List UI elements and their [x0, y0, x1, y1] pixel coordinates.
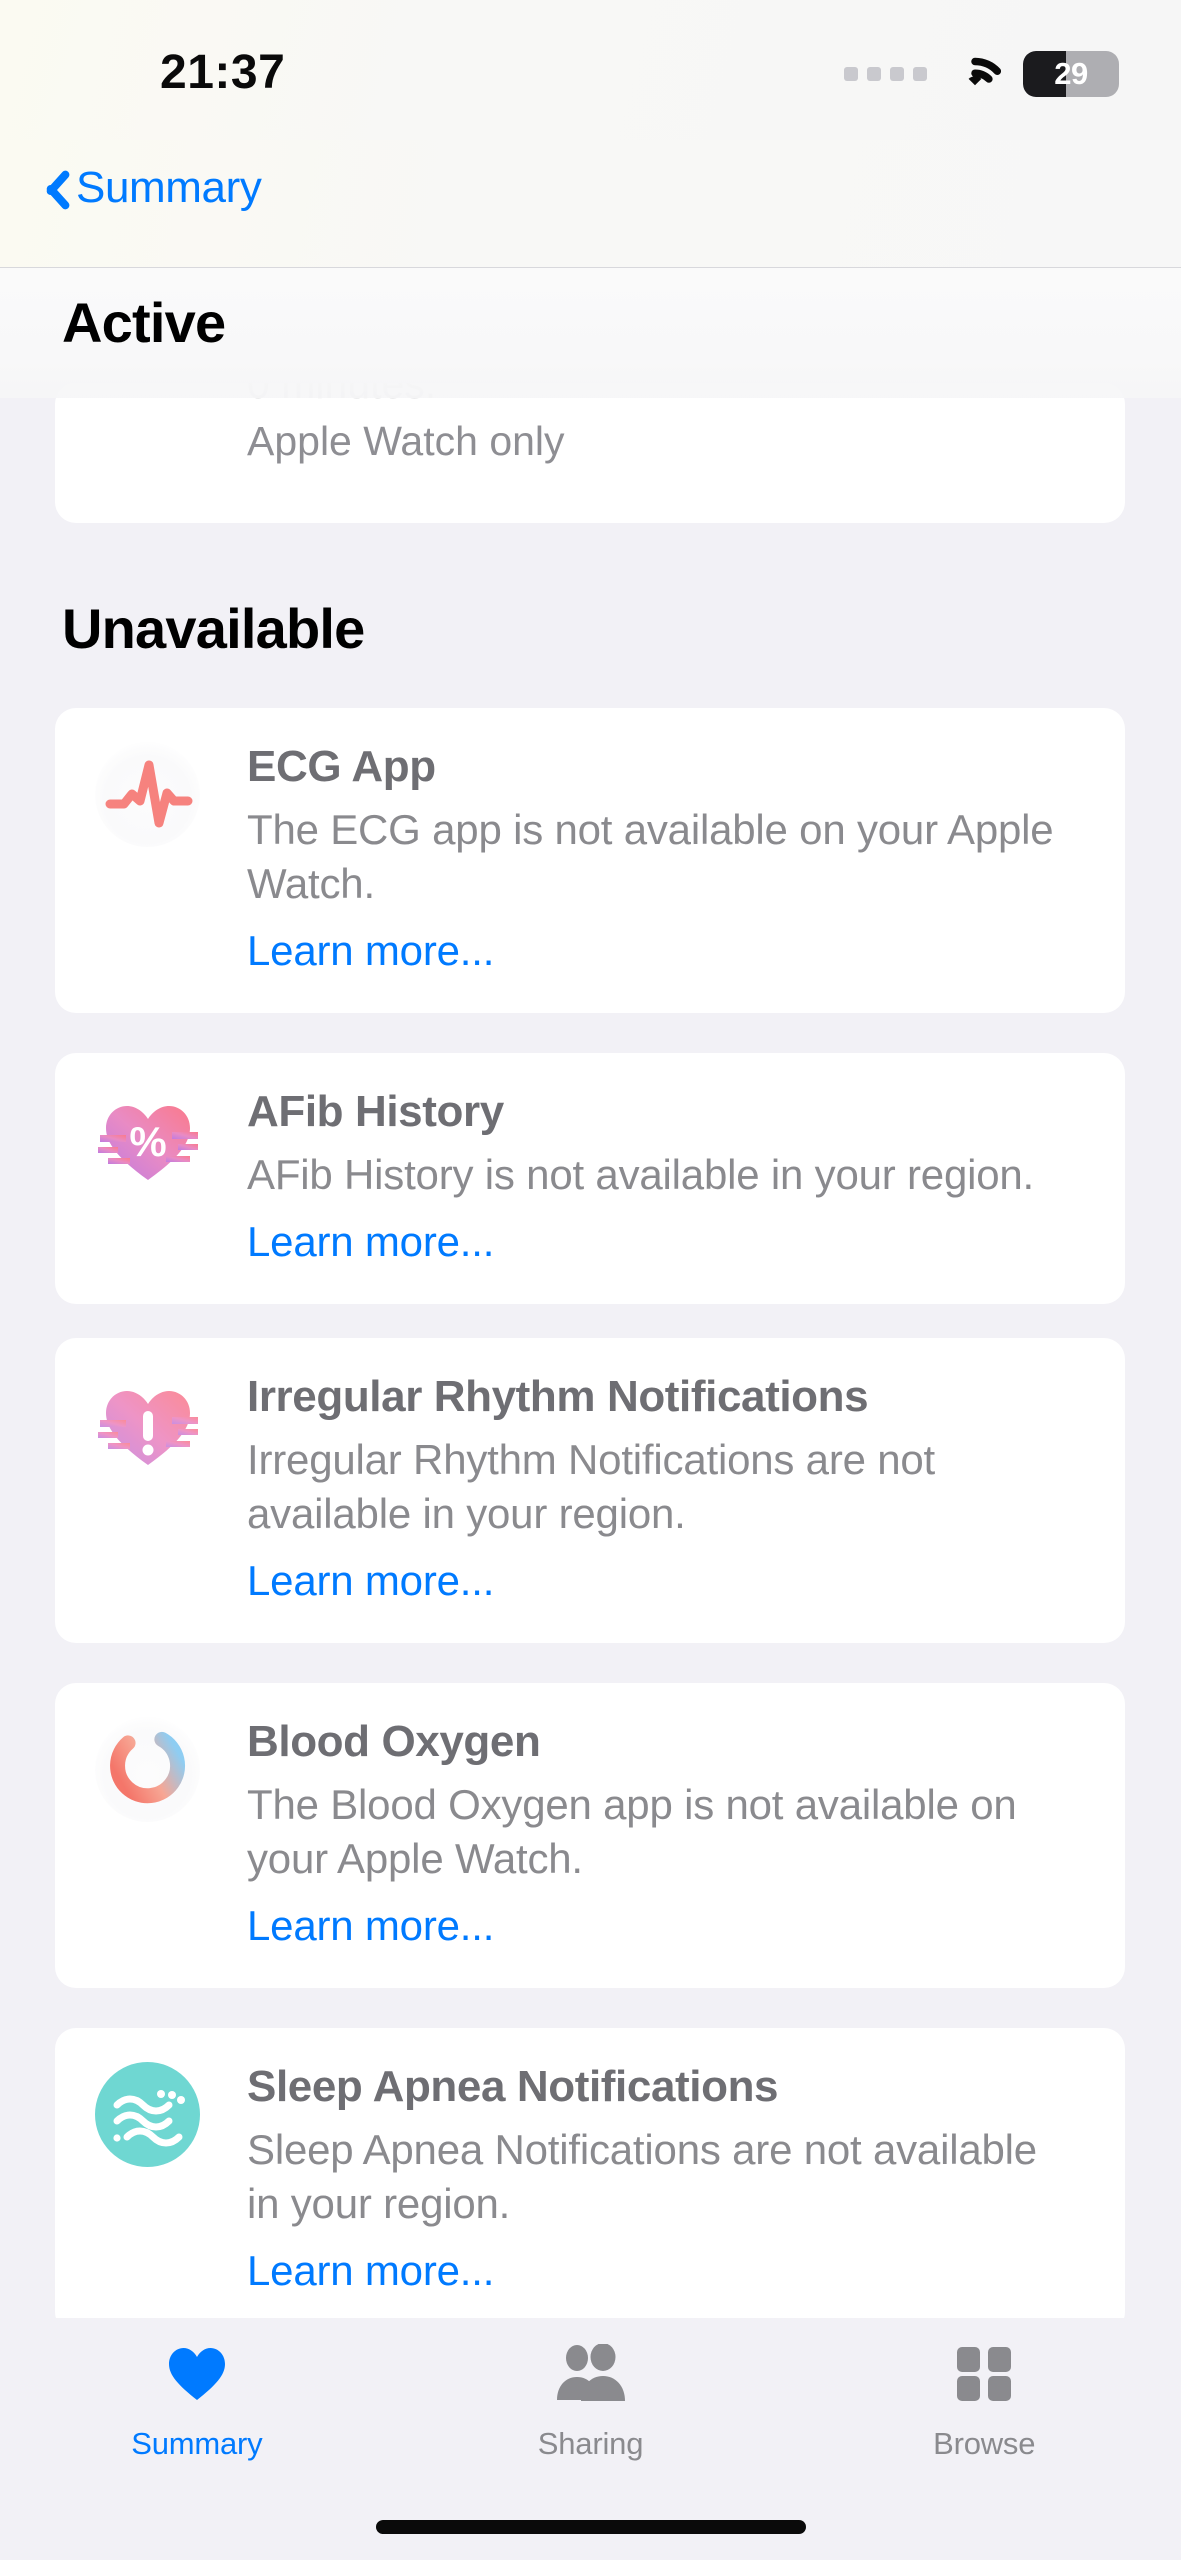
list-item-sleep-apnea-notifications[interactable]: Sleep Apnea Notifications Sleep Apnea No…: [55, 2028, 1125, 2333]
heart-exclamation-icon: [95, 1372, 200, 1477]
partial-visible-text: Apple Watch only: [247, 418, 565, 464]
status-bar-time: 21:37: [160, 46, 286, 99]
learn-more-link[interactable]: Learn more...: [247, 1557, 1079, 1605]
item-description: Sleep Apnea Notifications are not availa…: [247, 2126, 1037, 2228]
chevron-left-icon: [32, 162, 66, 214]
people-icon: [552, 2336, 630, 2412]
active-section-header: Active: [0, 268, 1181, 398]
health-app-screen: 21:37 29 Summary Apple Watch only Unavai…: [0, 0, 1181, 2560]
navigation-bar: Summary: [0, 140, 1181, 268]
tab-label: Sharing: [537, 2426, 644, 2461]
tab-label: Browse: [933, 2426, 1036, 2461]
item-description: The Blood Oxygen app is not available on…: [247, 1781, 1017, 1883]
grid-squares-icon: [955, 2336, 1013, 2412]
item-title: Blood Oxygen: [247, 1717, 541, 1766]
home-indicator: [375, 2520, 806, 2534]
item-title: AFib History: [247, 1087, 504, 1136]
list-item-afib-history[interactable]: % AFib History AFib Hist: [55, 1053, 1125, 1305]
list-item-irregular-rhythm-notifications[interactable]: Irregular Rhythm Notifications Irregular…: [55, 1338, 1125, 1643]
unavailable-section-title: Unavailable: [62, 597, 365, 660]
status-bar-indicators: 29: [844, 50, 1119, 98]
battery-icon: 29: [1023, 51, 1119, 97]
breathing-waves-icon: [95, 2062, 200, 2167]
tab-summary[interactable]: Summary: [0, 2336, 394, 2462]
active-section-title: Active: [62, 291, 226, 354]
blood-oxygen-ring-icon: [95, 1717, 200, 1822]
list-item-blood-oxygen[interactable]: Blood Oxygen The Blood Oxygen app is not…: [55, 1683, 1125, 1988]
tab-bar: Summary Sharing Browse: [0, 2318, 1181, 2560]
tab-sharing[interactable]: Sharing: [394, 2336, 788, 2462]
learn-more-link[interactable]: Learn more...: [247, 2247, 1079, 2295]
item-description: Irregular Rhythm Notifications are not a…: [247, 1436, 936, 1538]
scroll-content[interactable]: 0 minutes. Apple Watch only Unavailable …: [0, 268, 1181, 2333]
heart-icon: [166, 2336, 228, 2412]
learn-more-link[interactable]: Learn more...: [247, 1218, 1079, 1266]
active-section-partial-card[interactable]: 0 minutes. Apple Watch only: [55, 383, 1125, 523]
item-description: The ECG app is not available on your App…: [247, 806, 1054, 908]
ecg-waveform-icon: [95, 742, 200, 847]
heart-percent-icon: %: [95, 1087, 200, 1192]
item-description: AFib History is not available in your re…: [247, 1151, 1035, 1199]
list-item-ecg-app[interactable]: ECG App The ECG app is not available on …: [55, 708, 1125, 1013]
tab-label: Summary: [131, 2426, 263, 2461]
back-button[interactable]: Summary: [32, 162, 262, 214]
status-bar: 21:37 29: [0, 0, 1181, 140]
learn-more-link[interactable]: Learn more...: [247, 927, 1079, 975]
item-title: ECG App: [247, 742, 436, 791]
item-title: Irregular Rhythm Notifications: [247, 1372, 869, 1421]
signal-dots-icon: [844, 67, 927, 81]
learn-more-link[interactable]: Learn more...: [247, 1902, 1079, 1950]
wifi-icon: [949, 54, 1002, 94]
item-title: Sleep Apnea Notifications: [247, 2062, 779, 2111]
back-button-label: Summary: [76, 163, 262, 212]
battery-percent-label: 29: [1054, 56, 1088, 91]
tab-browse[interactable]: Browse: [787, 2336, 1181, 2462]
